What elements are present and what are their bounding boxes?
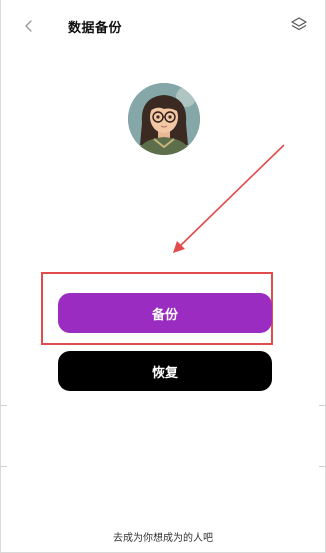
layers-icon: [290, 16, 308, 38]
divider-left: [1, 405, 7, 406]
header: 数据备份: [1, 0, 325, 54]
divider-right: [319, 405, 325, 406]
avatar: [128, 83, 200, 155]
divider-left: [1, 466, 7, 467]
chevron-left-icon: [24, 18, 34, 37]
layers-button[interactable]: [289, 16, 309, 38]
page-title: 数据备份: [68, 21, 123, 36]
backup-button[interactable]: 备份: [58, 293, 272, 333]
restore-button[interactable]: 恢复: [58, 351, 272, 391]
footer-slogan: 去成为你想成为的人吧: [113, 533, 213, 544]
back-button[interactable]: [19, 16, 39, 38]
data-backup-screen: 数据备份 备份 恢复 去成为你想成为的人吧: [0, 0, 326, 553]
divider-right: [319, 466, 325, 467]
